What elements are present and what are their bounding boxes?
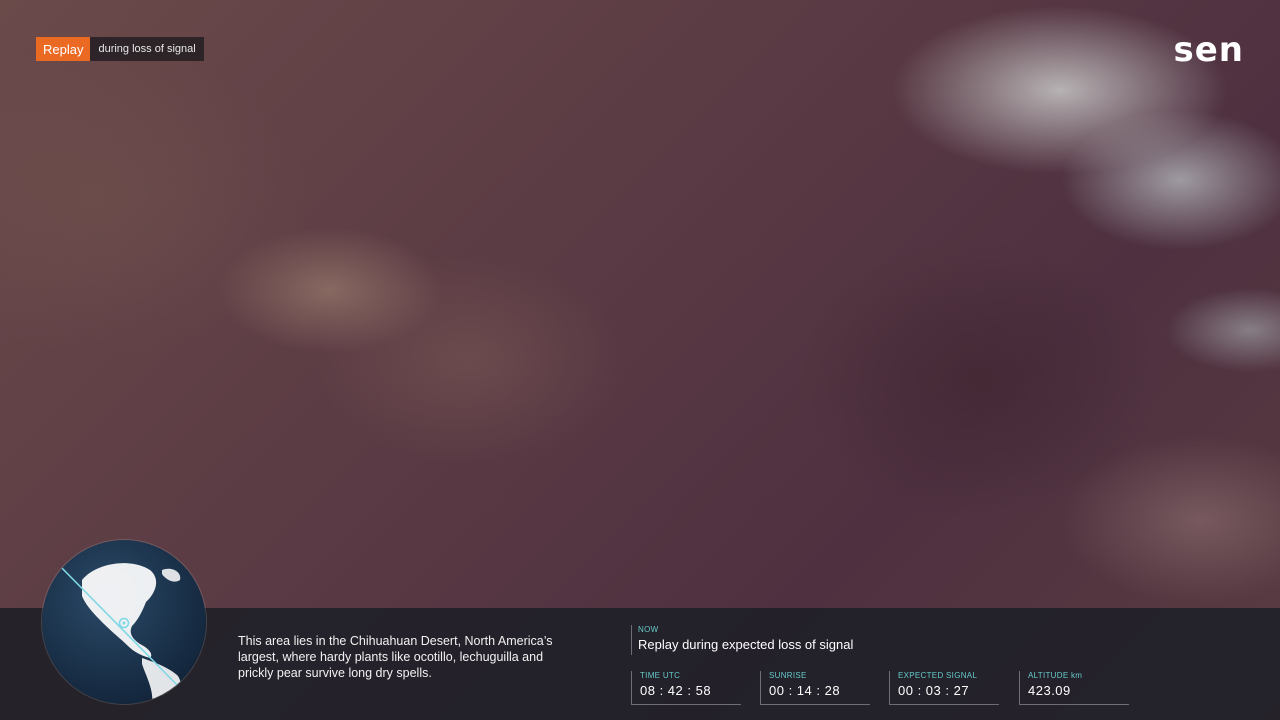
stat-label: TIME UTC (640, 671, 681, 680)
stat-altitude: ALTITUDE km 423.09 (1019, 671, 1129, 705)
now-label: NOW (638, 625, 659, 634)
sen-logo: sen (1173, 30, 1244, 70)
stat-sunrise: SUNRISE 00 : 14 : 28 (760, 671, 870, 705)
globe-orbit-icon (42, 540, 206, 704)
now-text: Replay during expected loss of signal (638, 637, 854, 652)
stat-label: EXPECTED SIGNAL (898, 671, 978, 680)
replay-note: during loss of signal (90, 37, 204, 61)
replay-badge: Replay (36, 37, 91, 61)
stat-expected-signal: EXPECTED SIGNAL 00 : 03 : 27 (889, 671, 999, 705)
now-panel: NOW Replay during expected loss of signa… (631, 625, 853, 655)
replay-status-tag: Replay during loss of signal (36, 37, 204, 61)
stat-value: 423.09 (1028, 683, 1071, 698)
stat-label: SUNRISE (769, 671, 807, 680)
location-description: This area lies in the Chihuahuan Desert,… (238, 634, 553, 680)
stat-time-utc: TIME UTC 08 : 42 : 58 (631, 671, 741, 705)
stat-value: 08 : 42 : 58 (640, 683, 712, 698)
stat-value: 00 : 14 : 28 (769, 683, 841, 698)
stat-value: 00 : 03 : 27 (898, 683, 970, 698)
stat-label: ALTITUDE km (1028, 671, 1083, 680)
